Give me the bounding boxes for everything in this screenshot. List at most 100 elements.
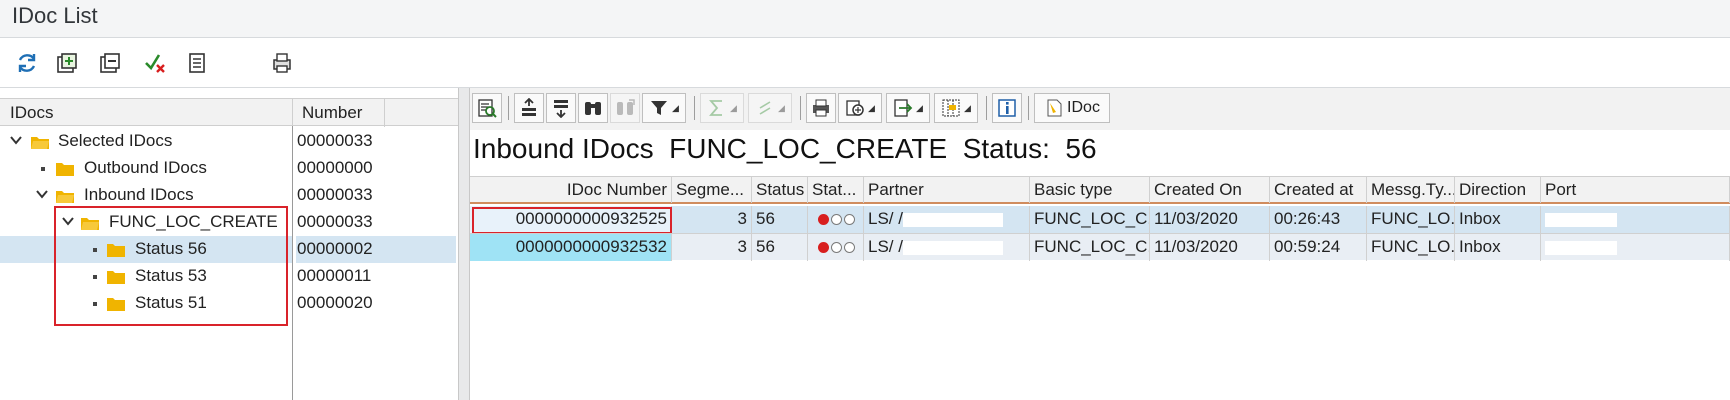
title-bar: IDoc List [0,0,1730,38]
cell-segments: 3 [672,206,752,233]
title-basic-type: FUNC_LOC_CREATE [669,133,948,164]
redacted-mask [902,212,1003,227]
chevron-down-icon[interactable] [36,188,48,200]
window-title: IDoc List [12,3,98,28]
highlight-box [54,206,288,326]
print-icon[interactable] [265,46,299,80]
print-icon [813,99,829,117]
tree-node-outbound-idocs[interactable]: Outbound IDocs [0,155,292,182]
title-status-value: 56 [1065,133,1097,164]
tree-node-selected-idocs[interactable]: Selected IDocs [0,128,292,155]
tree-node-count: 00000033 [297,185,373,204]
column-header-direction[interactable]: Direction [1455,177,1541,203]
toolbar-separator [508,96,509,120]
details-icon [478,99,497,118]
title-prefix: Inbound IDocs [473,133,654,164]
traffic-light-icon [812,209,859,225]
grid-header-row: IDoc Number Segme... Status Stat... Part… [470,176,1730,204]
partner-text: LS/ / [868,237,903,256]
cell-status-lights [808,234,864,261]
cell-created-at: 00:26:43 [1270,206,1367,233]
sort-ascending-button[interactable] [514,93,544,123]
tree-node-count: 00000000 [297,158,373,177]
tree-node-count: 00000033 [297,131,373,150]
layout-button[interactable]: ◢ [934,93,978,123]
redacted-mask [1545,240,1617,255]
column-header-message-type[interactable]: Messg.Ty... [1367,177,1455,203]
info-button[interactable] [992,93,1022,123]
cell-segments: 3 [672,234,752,261]
find-icon [585,102,601,115]
export-button[interactable]: ◢ [886,93,930,123]
find-button[interactable] [578,93,608,123]
subtotal-button[interactable]: ◢ [748,93,792,123]
column-header-number[interactable]: Number [302,103,362,123]
idoc-list-panel: ◢ ◢ ◢ ◢ ◢ ◢ IDoc Inbound IDocs FUNC_LOC_… [470,88,1730,400]
cell-created-at: 00:59:24 [1270,234,1367,261]
column-separator [384,99,385,127]
dropdown-arrow-icon: ◢ [778,102,785,113]
column-header-basic-type[interactable]: Basic type [1030,177,1150,203]
column-header-status-icon[interactable]: Stat... [808,177,864,203]
cell-created-on: 11/03/2020 [1150,234,1270,261]
title-status-label: Status: [962,133,1050,164]
collapse-subtree-icon[interactable] [93,46,127,80]
views-button[interactable]: ◢ [838,93,882,123]
column-separator [292,99,293,127]
tree-header: IDocs Number [0,98,458,127]
column-header-partner[interactable]: Partner [864,177,1030,203]
cell-basic-type: FUNC_LOC_C... [1030,234,1150,261]
table-row[interactable]: 0000000000932525 3 56 LS/ / FUNC_LOC_C..… [470,206,1730,234]
display-document-icon[interactable] [180,46,214,80]
total-button[interactable]: ◢ [700,93,744,123]
cell-direction: Inbox [1455,234,1541,261]
delete-selection-icon[interactable] [138,46,172,80]
column-header-created-on[interactable]: Created On [1150,177,1270,203]
details-button[interactable] [472,93,502,123]
column-header-port[interactable]: Port [1541,177,1730,203]
column-header-created-at[interactable]: Created at [1270,177,1367,203]
red-light [818,242,829,253]
highlight-box [472,207,672,234]
column-header-idocs[interactable]: IDocs [10,103,53,123]
column-divider [292,126,293,400]
expand-subtree-icon[interactable] [50,46,84,80]
folder-open-icon [56,191,74,203]
toolbar-separator [1028,96,1029,120]
green-light-off [844,242,855,253]
filter-button[interactable]: ◢ [642,93,686,123]
redacted-mask [902,240,1003,255]
folder-open-icon [31,137,49,149]
application-toolbar [0,38,1730,88]
green-light-off [844,214,855,225]
find-next-button[interactable] [610,93,640,123]
tree-node-count: 00000020 [297,293,373,312]
yellow-light-off [831,214,842,225]
red-light [818,214,829,225]
column-header-status[interactable]: Status [752,177,808,203]
column-header-idoc-number[interactable]: IDoc Number [470,177,672,203]
idoc-button-label: IDoc [1067,99,1100,116]
toolbar-separator [694,96,695,120]
cell-port [1541,234,1730,261]
total-icon [709,100,723,116]
sort-descending-button[interactable] [546,93,576,123]
idoc-button[interactable]: IDoc [1034,93,1110,123]
tree-node-count: 00000011 [297,266,372,285]
layout-icon [942,99,960,117]
column-header-segments[interactable]: Segme... [672,177,752,203]
tree-node-label: Selected IDocs [58,131,173,150]
cell-basic-type: FUNC_LOC_C... [1030,206,1150,233]
dropdown-arrow-icon: ◢ [916,102,923,113]
info-icon [998,99,1016,117]
partner-text: LS/ / [868,209,903,228]
print-button[interactable] [806,93,836,123]
cell-status: 56 [752,234,808,261]
panel-splitter[interactable] [458,88,470,400]
cell-idoc-number[interactable]: 0000000000932532 [470,234,672,261]
tree-node-inbound-idocs[interactable]: Inbound IDocs [0,182,292,209]
dropdown-arrow-icon: ◢ [868,102,875,113]
refresh-icon[interactable] [10,46,44,80]
chevron-down-icon[interactable] [10,134,22,146]
table-row[interactable]: 0000000000932532 3 56 LS/ / FUNC_LOC_C..… [470,233,1730,261]
